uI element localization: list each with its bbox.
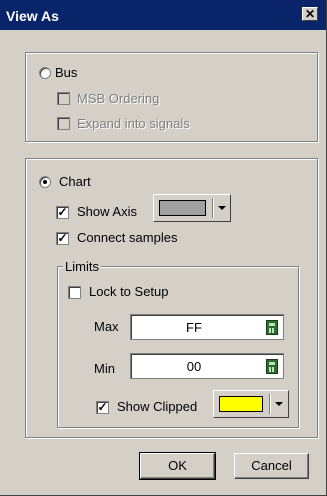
axis-color-swatch [159, 200, 206, 216]
expand-signals-checkbox [57, 117, 70, 130]
lock-to-setup-checkbox[interactable] [68, 286, 81, 299]
bus-radio-label[interactable]: Bus [55, 65, 77, 80]
chevron-down-icon [275, 402, 283, 406]
msb-ordering-label: MSB Ordering [77, 91, 160, 106]
show-clipped-checkbox[interactable]: ✓ [96, 401, 109, 414]
min-value[interactable]: 00 [131, 359, 257, 374]
max-field[interactable]: FF [130, 314, 284, 340]
axis-color-separator [212, 198, 214, 218]
show-clipped-label[interactable]: Show Clipped [117, 399, 197, 414]
dialog-title: View As [6, 8, 59, 24]
axis-color-picker[interactable] [153, 194, 231, 222]
connect-samples-label[interactable]: Connect samples [77, 230, 177, 245]
clipped-color-picker[interactable] [213, 390, 289, 418]
max-label: Max [94, 319, 119, 334]
min-label: Min [94, 361, 115, 376]
clipped-color-separator [269, 394, 271, 414]
bus-radio[interactable] [39, 67, 51, 79]
limits-legend: Limits [63, 259, 101, 274]
close-icon[interactable]: ✕ [302, 7, 318, 21]
chart-radio-label[interactable]: Chart [59, 174, 91, 189]
expand-signals-label: Expand into signals [77, 116, 190, 131]
connect-samples-checkbox[interactable]: ✓ [56, 232, 69, 245]
max-value[interactable]: FF [131, 320, 257, 335]
min-field[interactable]: 00 [130, 353, 284, 379]
clipped-color-swatch [219, 396, 263, 412]
msb-ordering-checkbox [57, 92, 70, 105]
chart-radio[interactable] [39, 176, 51, 188]
calculator-icon[interactable] [266, 320, 278, 335]
title-bar: View As ✕ [0, 0, 326, 30]
calculator-icon[interactable] [266, 359, 278, 374]
chart-radio-dot [43, 180, 47, 184]
cancel-button[interactable]: Cancel [234, 453, 309, 479]
ok-button[interactable]: OK [139, 452, 216, 480]
lock-to-setup-label[interactable]: Lock to Setup [89, 284, 169, 299]
show-axis-checkbox[interactable]: ✓ [56, 206, 69, 219]
view-as-dialog: View As ✕ Bus MSB Ordering Expand into s… [0, 0, 327, 496]
chevron-down-icon [218, 206, 226, 210]
show-axis-label[interactable]: Show Axis [77, 204, 137, 219]
